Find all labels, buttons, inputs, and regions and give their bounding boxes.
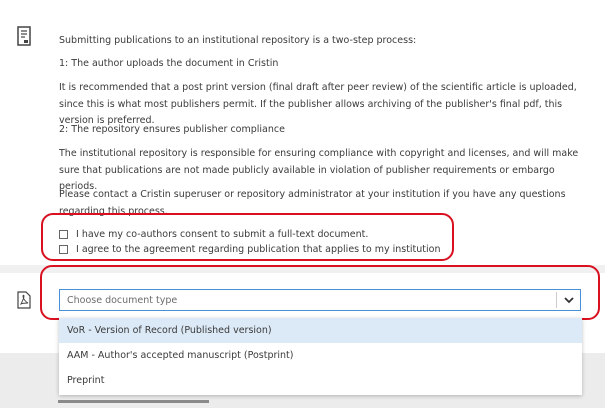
checkbox-box[interactable] [59,245,68,254]
document-icon [17,26,31,50]
option-aam[interactable]: AAM - Author's accepted manuscript (Post… [59,343,582,368]
chevron-down-icon[interactable] [557,296,580,304]
checkbox-box[interactable] [59,230,68,239]
option-vor[interactable]: VoR - Version of Record (Published versi… [59,318,582,343]
document-type-select[interactable]: Choose document type [59,289,581,311]
coauthor-consent-checkbox[interactable]: I have my co-authors consent to submit a… [59,229,368,240]
agreement-checkbox[interactable]: I agree to the agreement regarding publi… [59,244,441,255]
horizontal-scrollbar[interactable] [58,400,209,403]
agreement-label: I agree to the agreement regarding publi… [76,244,441,255]
option-preprint[interactable]: Preprint [59,368,582,393]
step1-title: 1: The author uploads the document in Cr… [59,58,279,69]
intro-text: Submitting publications to an institutio… [59,35,417,46]
document-type-placeholder: Choose document type [67,294,178,306]
document-type-menu: VoR - Version of Record (Published versi… [59,318,582,395]
coauthor-consent-label: I have my co-authors consent to submit a… [76,229,369,240]
pdf-icon [17,291,31,313]
step2-title: 2: The repository ensures publisher comp… [59,124,285,135]
